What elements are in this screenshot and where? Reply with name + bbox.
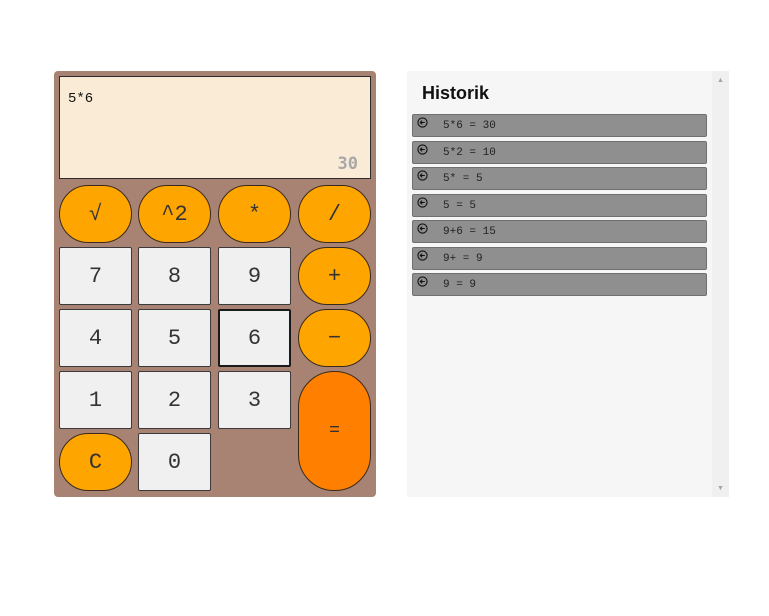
digit-6-button[interactable]: 6 [218, 309, 291, 367]
digit-2-button[interactable]: 2 [138, 371, 211, 429]
history-scrollbar[interactable]: ▲ ▼ [712, 71, 729, 497]
history-list: 5*6 = 30 5*2 = 10 5* = 5 5 = 5 9+6 = 15 9+ = … [412, 114, 707, 300]
history-item-text: 9+ = 9 [443, 252, 483, 265]
plus-button[interactable]: + [298, 247, 371, 305]
arrow-left-circle-icon [417, 117, 428, 128]
history-item-text: 5*6 = 30 [443, 120, 496, 132]
minus-button[interactable]: − [298, 309, 371, 367]
expression-text: 5*6 [68, 91, 94, 107]
history-item[interactable]: 9+ = 9 [412, 246, 707, 270]
divide-button[interactable]: / [298, 185, 371, 243]
history-item-text: 9+6 = 15 [443, 226, 496, 238]
history-item[interactable]: 5*2 = 10 [412, 140, 707, 164]
arrow-left-circle-icon [417, 196, 428, 208]
digit-7-button[interactable]: 7 [59, 247, 132, 305]
digit-3-button[interactable]: 3 [218, 371, 291, 429]
scroll-up-icon[interactable]: ▲ [712, 73, 729, 87]
sqrt-button[interactable]: √ [59, 185, 132, 243]
calculator: 5*6 30 √ ^2 * / 7 8 9 + 4 5 6 − 1 2 3 = … [54, 71, 376, 497]
arrow-left-circle-icon [417, 223, 428, 234]
history-item-text: 5 = 5 [443, 199, 477, 212]
history-item-text: 9 = 9 [443, 279, 477, 291]
history-item[interactable]: 5* = 5 [412, 167, 707, 190]
history-panel: Historik 5*6 = 30 5*2 = 10 5* = 5 5 = 5 9+6 … [407, 71, 729, 497]
history-item[interactable]: 5 = 5 [412, 193, 707, 217]
square-button[interactable]: ^2 [138, 185, 211, 243]
multiply-button[interactable]: * [218, 185, 291, 243]
arrow-left-circle-icon [417, 249, 428, 261]
digit-0-button[interactable]: 0 [138, 433, 211, 491]
digit-1-button[interactable]: 1 [59, 371, 132, 429]
equals-button[interactable]: = [298, 371, 371, 491]
digit-9-button[interactable]: 9 [218, 247, 291, 305]
arrow-left-circle-icon [417, 170, 428, 181]
digit-5-button[interactable]: 5 [138, 309, 211, 367]
clear-button[interactable]: C [59, 433, 132, 491]
scroll-down-icon[interactable]: ▼ [712, 481, 729, 495]
digit-8-button[interactable]: 8 [138, 247, 211, 305]
history-item-text: 5* = 5 [443, 173, 483, 185]
arrow-left-circle-icon [417, 276, 428, 287]
digit-4-button[interactable]: 4 [59, 309, 132, 367]
history-item[interactable]: 9+6 = 15 [412, 220, 707, 243]
history-item-text: 5*2 = 10 [443, 146, 496, 159]
history-item[interactable]: 9 = 9 [412, 273, 707, 296]
arrow-left-circle-icon [417, 143, 428, 155]
result-text: 30 [337, 154, 358, 174]
calculator-display: 5*6 30 [59, 76, 371, 179]
history-title: Historik [422, 83, 490, 103]
history-item[interactable]: 5*6 = 30 [412, 114, 707, 137]
